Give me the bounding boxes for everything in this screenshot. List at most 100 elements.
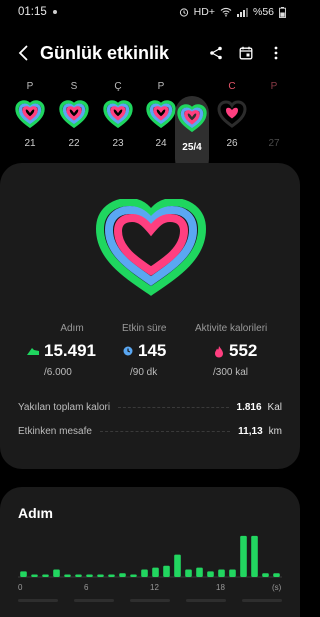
more-vertical-icon: [274, 46, 278, 60]
placeholder-line: [74, 599, 114, 602]
app-header: Günlük etkinlik: [0, 36, 300, 70]
share-button[interactable]: [202, 39, 230, 67]
stat-active-distance: Etkinken mesafe 11,13 km: [18, 421, 282, 441]
x-tick-label: 18: [216, 583, 225, 592]
day-letter: P: [26, 81, 34, 92]
chart-bar: [262, 573, 269, 577]
ring-segment: [22, 106, 38, 121]
day-26[interactable]: C 26: [210, 78, 254, 156]
day-letter: S: [70, 81, 78, 92]
metric-steps-value: 15.491: [44, 341, 96, 360]
stat-total-calories-value: 1.816: [236, 401, 262, 413]
day-number: 25/4: [182, 142, 202, 153]
page-title: Günlük etkinlik: [40, 42, 170, 63]
chart-bar: [229, 569, 236, 577]
shoe-icon: [27, 348, 39, 355]
day-activity-heart-icon: [259, 100, 289, 128]
stat-total-calories-unit: Kal: [267, 401, 282, 413]
steps-card[interactable]: Adım 0 6 12 18 (s): [0, 487, 300, 617]
metric-active-time[interactable]: Etkin süre 145 /90 dk: [122, 323, 166, 378]
day-number: 26: [226, 138, 238, 149]
chart-bar: [207, 571, 214, 577]
back-button[interactable]: [12, 39, 34, 67]
placeholder-line: [18, 599, 58, 602]
chart-bar: [185, 569, 192, 577]
status-time: 01:15: [18, 6, 47, 18]
more-options-button[interactable]: [262, 39, 290, 67]
stat-active-distance-unit: km: [268, 425, 282, 437]
share-icon: [210, 46, 222, 60]
stat-active-distance-value-wrap: 11,13 km: [238, 426, 282, 437]
ring-segment: [153, 106, 169, 121]
chart-bar: [130, 574, 137, 577]
day-number: 27: [268, 138, 280, 149]
metric-active-time-label: Etkin süre: [122, 323, 167, 334]
calendar-button[interactable]: [232, 39, 260, 67]
wifi-icon: [220, 7, 232, 17]
metric-steps[interactable]: Adım 15.491 /6.000: [26, 323, 96, 378]
chart-bar: [152, 567, 159, 577]
day-number: 23: [112, 138, 124, 149]
chart-bar: [218, 569, 225, 577]
network-type: HD+: [193, 6, 215, 18]
metric-active-time-value: 145: [138, 341, 167, 360]
placeholder-line: [186, 599, 226, 602]
chart-bar: [196, 567, 203, 577]
x-axis-unit: (s): [272, 583, 282, 592]
day-22[interactable]: S 22: [52, 78, 96, 156]
metric-active-time-goal: /90 dk: [130, 367, 158, 378]
stat-total-calories-label: Yakılan toplam kalori: [18, 401, 111, 413]
stat-active-distance-value: 11,13: [238, 425, 263, 437]
ring-segment: [66, 106, 82, 121]
dotted-divider: [118, 406, 229, 408]
ring-segment: [110, 106, 126, 121]
battery-level: %56: [252, 6, 274, 18]
chart-bar: [174, 554, 181, 577]
placeholder-line: [242, 599, 282, 602]
day-activity-heart-icon: [103, 100, 133, 128]
alarm-icon: [179, 7, 189, 17]
x-tick-label: 6: [84, 583, 89, 592]
day-number: 21: [24, 138, 36, 149]
ring-calories: [226, 107, 238, 119]
metric-steps-label: Adım: [60, 323, 84, 334]
chart-bar: [251, 535, 258, 577]
day-letter: C: [228, 81, 236, 92]
day-letter: Ç: [114, 81, 122, 92]
day-21[interactable]: P 21: [8, 78, 52, 156]
chart-bar: [53, 569, 60, 577]
calendar-icon: [239, 46, 253, 60]
battery-icon: [279, 6, 286, 18]
chart-bar: [75, 574, 82, 577]
day-number: 24: [155, 138, 167, 149]
day-number: 22: [68, 138, 80, 149]
activity-rings-heart: [96, 199, 206, 296]
placeholder-line: [130, 599, 170, 602]
x-tick-label: 0: [18, 583, 23, 592]
week-strip: P21S22Ç23P24C25/4C26P27: [0, 78, 300, 176]
chart-bar: [97, 574, 104, 577]
notification-dot-icon: [52, 10, 57, 14]
day-23[interactable]: Ç 23: [96, 78, 140, 156]
clock-icon: [123, 346, 133, 356]
day-activity-heart-icon: [177, 104, 207, 132]
metric-active-calories[interactable]: Aktivite kalorileri 552 /300 kal: [195, 323, 267, 378]
day-activity-heart-icon: [146, 100, 176, 128]
chevron-left-icon: [18, 45, 28, 61]
chart-bar: [42, 574, 49, 577]
metric-active-calories-value: 552: [229, 341, 258, 360]
day-27: P 27: [252, 78, 296, 156]
chart-bar: [273, 573, 280, 577]
day-activity-heart-icon: [59, 100, 89, 128]
flame-icon: [215, 345, 223, 357]
metric-active-calories-goal: /300 kal: [213, 367, 249, 378]
chart-bar: [20, 571, 27, 577]
x-tick-label: 12: [150, 583, 159, 592]
chart-bar: [86, 574, 93, 577]
signal-icon: [236, 7, 248, 17]
chart-bar: [119, 573, 126, 577]
chart-bar: [141, 569, 148, 577]
chart-bar: [163, 565, 170, 577]
chart-bar: [108, 574, 115, 577]
chart-bar: [64, 574, 71, 577]
